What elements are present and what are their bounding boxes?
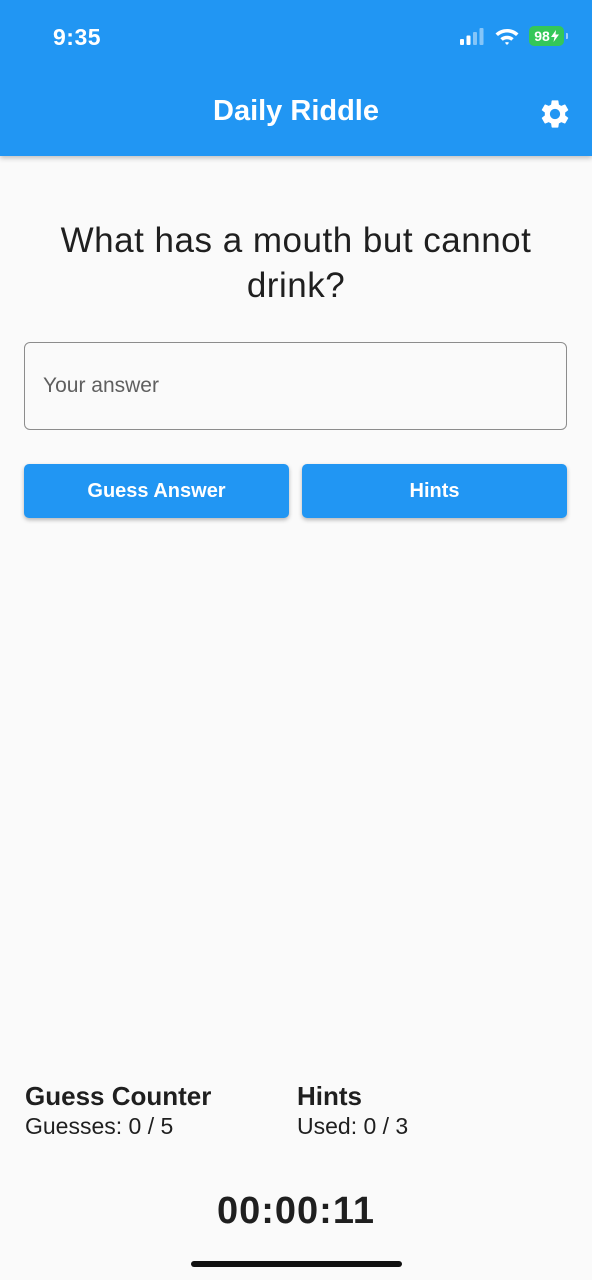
- charging-bolt-icon: [550, 30, 559, 42]
- app-bar: 9:35 98 Daily Riddle: [0, 0, 592, 156]
- gear-icon[interactable]: [538, 97, 572, 131]
- battery-icon: 98: [529, 26, 568, 46]
- app-title: Daily Riddle: [213, 95, 379, 127]
- guess-answer-button[interactable]: Guess Answer: [24, 464, 289, 518]
- battery-level: 98: [534, 28, 550, 44]
- guess-counter-value: Guesses: 0 / 5: [25, 1113, 174, 1139]
- status-time: 9:35: [53, 24, 102, 50]
- answer-input[interactable]: [24, 342, 567, 430]
- hints-button[interactable]: Hints: [302, 464, 567, 518]
- hints-counter-value: Used: 0 / 3: [297, 1113, 409, 1139]
- signal-icon: [460, 28, 484, 45]
- hints-counter: Hints Used: 0 / 3: [297, 1081, 408, 1141]
- status-icons: 98: [459, 26, 568, 46]
- wifi-icon: [495, 28, 519, 45]
- home-indicator[interactable]: [191, 1261, 402, 1267]
- riddle-question: What has a mouth but cannot drink?: [60, 221, 532, 305]
- guess-counter-title: Guess Counter: [25, 1081, 212, 1111]
- elapsed-timer: 00:00:11: [216, 1190, 375, 1232]
- hints-counter-title: Hints: [297, 1081, 362, 1111]
- guess-counter: Guess Counter Guesses: 0 / 5: [25, 1081, 211, 1141]
